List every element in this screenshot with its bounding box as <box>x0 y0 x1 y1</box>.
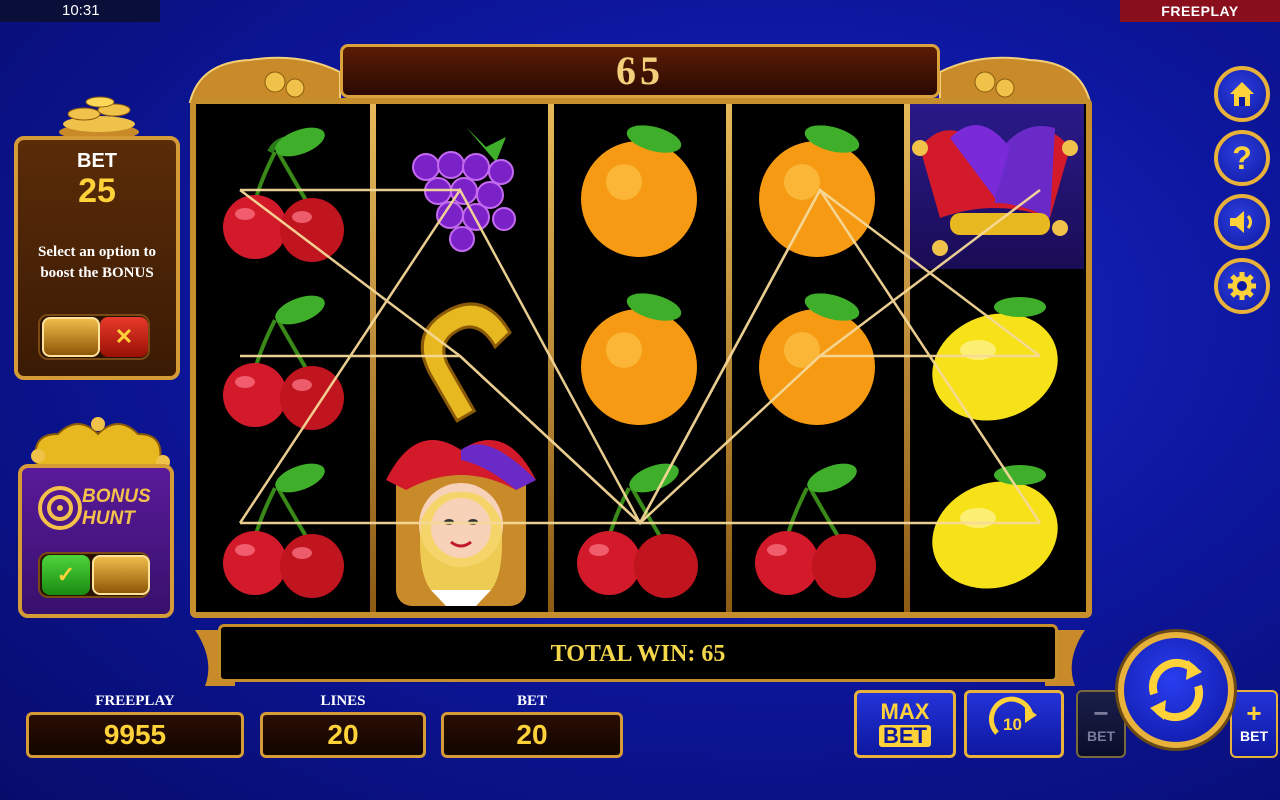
close-icon[interactable]: ✕ <box>100 317 148 357</box>
boost-instructions: Select an option to boost the BONUS <box>38 244 156 281</box>
bet-decrease-label: BET <box>1087 728 1115 744</box>
minus-icon: − <box>1093 698 1109 728</box>
max-bet-line1: MAX <box>880 699 930 724</box>
win-amount-display: 65 <box>340 44 940 98</box>
sound-icon <box>1230 211 1252 233</box>
bet-label: BET <box>516 693 547 709</box>
help-icon: ? <box>1232 139 1252 176</box>
spin-button[interactable] <box>1118 632 1234 748</box>
boost-toggle[interactable]: ✕ <box>38 314 150 360</box>
bonus-hunt-title-line1: BONUS <box>82 486 151 507</box>
check-icon[interactable]: ✓ <box>42 555 90 595</box>
sound-button[interactable] <box>1214 194 1270 250</box>
gear-icon <box>1228 272 1256 300</box>
bonus-hunt-title-line2: HUNT <box>82 508 135 529</box>
freeplay-label: FREEPLAY <box>95 693 175 709</box>
plus-icon: + <box>1246 698 1262 728</box>
help-button[interactable]: ? <box>1214 130 1270 186</box>
bet-increase-label: BET <box>1240 728 1268 744</box>
max-bet-line2: BET <box>879 725 931 747</box>
bet-panel-label: BET <box>77 150 117 172</box>
bet-value: 20 <box>441 712 623 758</box>
bet-increase-button[interactable]: + BET <box>1230 690 1278 758</box>
bet-panel-value: 25 <box>78 172 116 210</box>
bonus-hunt-toggle-knob[interactable] <box>92 555 150 595</box>
freeplay-balance: 9955 <box>26 712 244 758</box>
lines-label: LINES <box>320 693 366 709</box>
bonus-hunt-title: BONUS HUNT <box>30 486 160 530</box>
home-button[interactable] <box>1214 66 1270 122</box>
max-bet-button[interactable]: MAX BET <box>854 690 956 758</box>
lines-value: 20 <box>260 712 426 758</box>
autospin-count: 10 <box>1003 715 1022 734</box>
boost-toggle-knob[interactable] <box>42 317 100 357</box>
bonus-hunt-toggle[interactable]: ✓ <box>38 552 150 598</box>
spin-icon <box>1148 658 1204 722</box>
win-lines-overlay <box>238 187 1042 526</box>
total-win-banner: TOTAL WIN: 65 <box>218 624 1058 682</box>
settings-button[interactable] <box>1214 258 1270 314</box>
home-icon <box>1230 82 1254 106</box>
coin-stack-icon <box>59 96 139 140</box>
clock: 10:31 <box>0 0 160 22</box>
freeplay-mode-badge: FREEPLAY <box>1120 0 1280 22</box>
autospin-button[interactable]: 10 <box>964 690 1064 758</box>
